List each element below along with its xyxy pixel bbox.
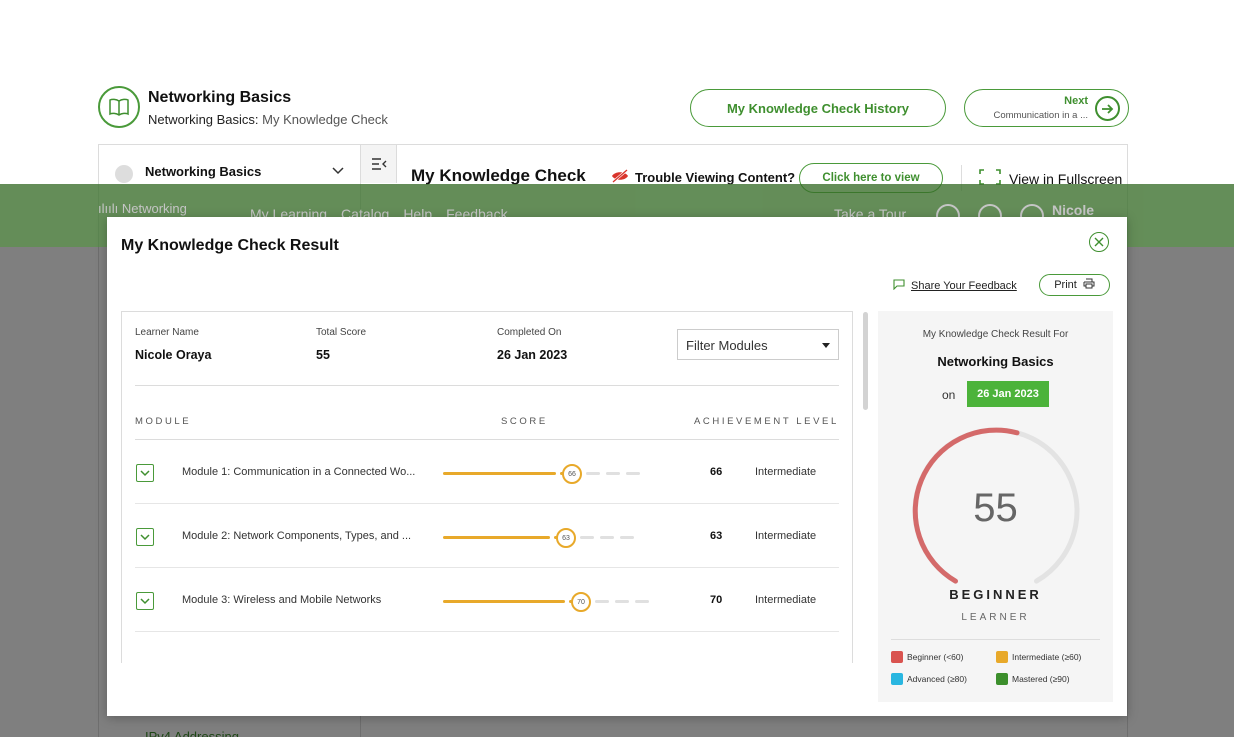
brand-logo[interactable]: ılıılı Networking bbox=[98, 201, 187, 216]
score-bar-fill bbox=[443, 536, 550, 539]
result-modal: My Knowledge Check Result Share Your Fee… bbox=[107, 217, 1127, 716]
module-name: Module 1: Communication in a Connected W… bbox=[182, 466, 416, 478]
result-for-label: My Knowledge Check Result For bbox=[922, 329, 1069, 340]
book-icon bbox=[98, 86, 140, 128]
collapse-menu-icon[interactable] bbox=[361, 145, 397, 183]
filter-modules-value: Filter Modules bbox=[686, 338, 768, 353]
legend-advanced: Advanced (≥80) bbox=[891, 673, 967, 685]
share-feedback-label: Share Your Feedback bbox=[911, 280, 1017, 292]
module-score: 70 bbox=[710, 594, 723, 606]
gauge-score-value: 55 bbox=[973, 486, 1018, 530]
score-bar-fill bbox=[443, 600, 565, 603]
print-label: Print bbox=[1054, 279, 1077, 291]
completed-on-value: 26 Jan 2023 bbox=[497, 348, 568, 362]
total-score-value: 55 bbox=[316, 348, 330, 362]
learner-name-value: Nicole Oraya bbox=[135, 348, 212, 362]
arrow-right-icon bbox=[1095, 96, 1120, 121]
breadcrumb-page: My Knowledge Check bbox=[262, 112, 388, 127]
score-bar-remainder bbox=[595, 600, 609, 603]
achievement-level-sub: LEARNER bbox=[961, 612, 1030, 623]
legend-swatch bbox=[891, 673, 903, 685]
knowledge-check-history-button[interactable]: My Knowledge Check History bbox=[690, 89, 946, 127]
modal-title: My Knowledge Check Result bbox=[121, 237, 339, 254]
column-header-module: MODULE bbox=[135, 416, 192, 427]
trouble-text: Trouble Viewing Content? bbox=[635, 170, 796, 185]
expand-chevron-icon[interactable] bbox=[136, 528, 154, 546]
score-bar-remainder bbox=[586, 472, 600, 475]
total-score-label: Total Score bbox=[316, 327, 367, 338]
column-header-score: SCORE bbox=[501, 416, 548, 427]
cisco-logo-icon: ılıılı bbox=[98, 201, 119, 216]
score-marker: 63 bbox=[556, 528, 576, 548]
brand-name: Networking bbox=[121, 201, 187, 216]
module-row[interactable]: Module 1: Communication in a Connected W… bbox=[135, 440, 839, 504]
legend-label: Intermediate (≥60) bbox=[1012, 652, 1082, 662]
caret-down-icon bbox=[822, 343, 830, 348]
learner-name-label: Learner Name bbox=[135, 327, 199, 338]
next-button[interactable]: Next Communication in a ... bbox=[964, 89, 1129, 127]
comment-icon bbox=[893, 279, 905, 293]
print-button[interactable]: Print bbox=[1039, 274, 1110, 296]
legend-label: Beginner (<60) bbox=[907, 652, 964, 662]
result-on-label: on bbox=[942, 388, 956, 402]
course-title: Networking Basics bbox=[148, 89, 292, 106]
legend-mastered: Mastered (≥90) bbox=[996, 673, 1070, 685]
achievement-level-label: BEGINNER bbox=[949, 587, 1042, 602]
score-bar-remainder bbox=[580, 536, 594, 539]
filter-modules-select[interactable]: Filter Modules bbox=[677, 329, 839, 360]
module-score: 66 bbox=[710, 466, 723, 478]
score-marker: 70 bbox=[571, 592, 591, 612]
module-name: Module 2: Network Components, Types, and… bbox=[182, 530, 412, 542]
score-bar-fill bbox=[443, 472, 556, 475]
results-panel: Learner Name Nicole Oraya Total Score 55… bbox=[121, 311, 853, 663]
module-achievement-level: Intermediate bbox=[755, 594, 817, 606]
module-achievement-level: Intermediate bbox=[755, 530, 817, 542]
module-row[interactable]: Module 2: Network Components, Types, and… bbox=[135, 504, 839, 568]
progress-dot bbox=[115, 165, 133, 183]
score-bar bbox=[443, 536, 654, 539]
score-bar-remainder bbox=[615, 600, 629, 603]
module-score: 63 bbox=[710, 530, 723, 542]
user-name[interactable]: Nicole bbox=[1052, 202, 1094, 218]
expand-chevron-icon[interactable] bbox=[136, 592, 154, 610]
result-course-name: Networking Basics bbox=[937, 354, 1054, 369]
column-header-achievement-level: ACHIEVEMENT LEVEL bbox=[694, 416, 839, 427]
completed-on-label: Completed On bbox=[497, 327, 562, 338]
scrollbar[interactable] bbox=[863, 312, 868, 410]
result-date-badge: 26 Jan 2023 bbox=[967, 381, 1049, 407]
legend-swatch bbox=[996, 673, 1008, 685]
score-bar-remainder bbox=[635, 600, 649, 603]
legend-beginner: Beginner (<60) bbox=[891, 651, 963, 663]
module-achievement-level: Intermediate bbox=[755, 466, 817, 478]
breadcrumb-course[interactable]: Networking Basics: bbox=[148, 112, 259, 127]
share-feedback-link[interactable]: Share Your Feedback bbox=[893, 279, 1017, 293]
score-bar-remainder bbox=[606, 472, 620, 475]
score-bar bbox=[443, 472, 654, 475]
chevron-down-icon[interactable] bbox=[331, 163, 345, 181]
legend-intermediate: Intermediate (≥60) bbox=[996, 651, 1081, 663]
score-bar-remainder bbox=[600, 536, 614, 539]
score-bar-remainder bbox=[626, 472, 640, 475]
close-icon[interactable] bbox=[1089, 232, 1109, 252]
next-label: Next bbox=[1064, 95, 1088, 107]
legend-label: Mastered (≥90) bbox=[1012, 674, 1070, 684]
legend-swatch bbox=[891, 651, 903, 663]
result-summary-card: My Knowledge Check Result For Networking… bbox=[878, 311, 1113, 702]
legend-label: Advanced (≥80) bbox=[907, 674, 967, 684]
module-name: Module 3: Wireless and Mobile Networks bbox=[182, 594, 382, 606]
course-header: Networking Basics Networking Basics: My … bbox=[98, 86, 1130, 130]
score-bar-remainder bbox=[620, 536, 634, 539]
content-title: My Knowledge Check bbox=[411, 166, 586, 185]
module-row[interactable]: Module 3: Wireless and Mobile Networks 70… bbox=[135, 568, 839, 632]
breadcrumb: Networking Basics: My Knowledge Check bbox=[148, 112, 388, 127]
expand-chevron-icon[interactable] bbox=[136, 464, 154, 482]
divider bbox=[135, 385, 839, 386]
score-bar bbox=[443, 600, 654, 603]
legend-swatch bbox=[996, 651, 1008, 663]
next-sublabel: Communication in a ... bbox=[993, 110, 1088, 121]
printer-icon bbox=[1083, 278, 1095, 292]
sidebar-title[interactable]: Networking Basics bbox=[145, 164, 261, 179]
score-marker: 66 bbox=[562, 464, 582, 484]
divider bbox=[891, 639, 1100, 640]
